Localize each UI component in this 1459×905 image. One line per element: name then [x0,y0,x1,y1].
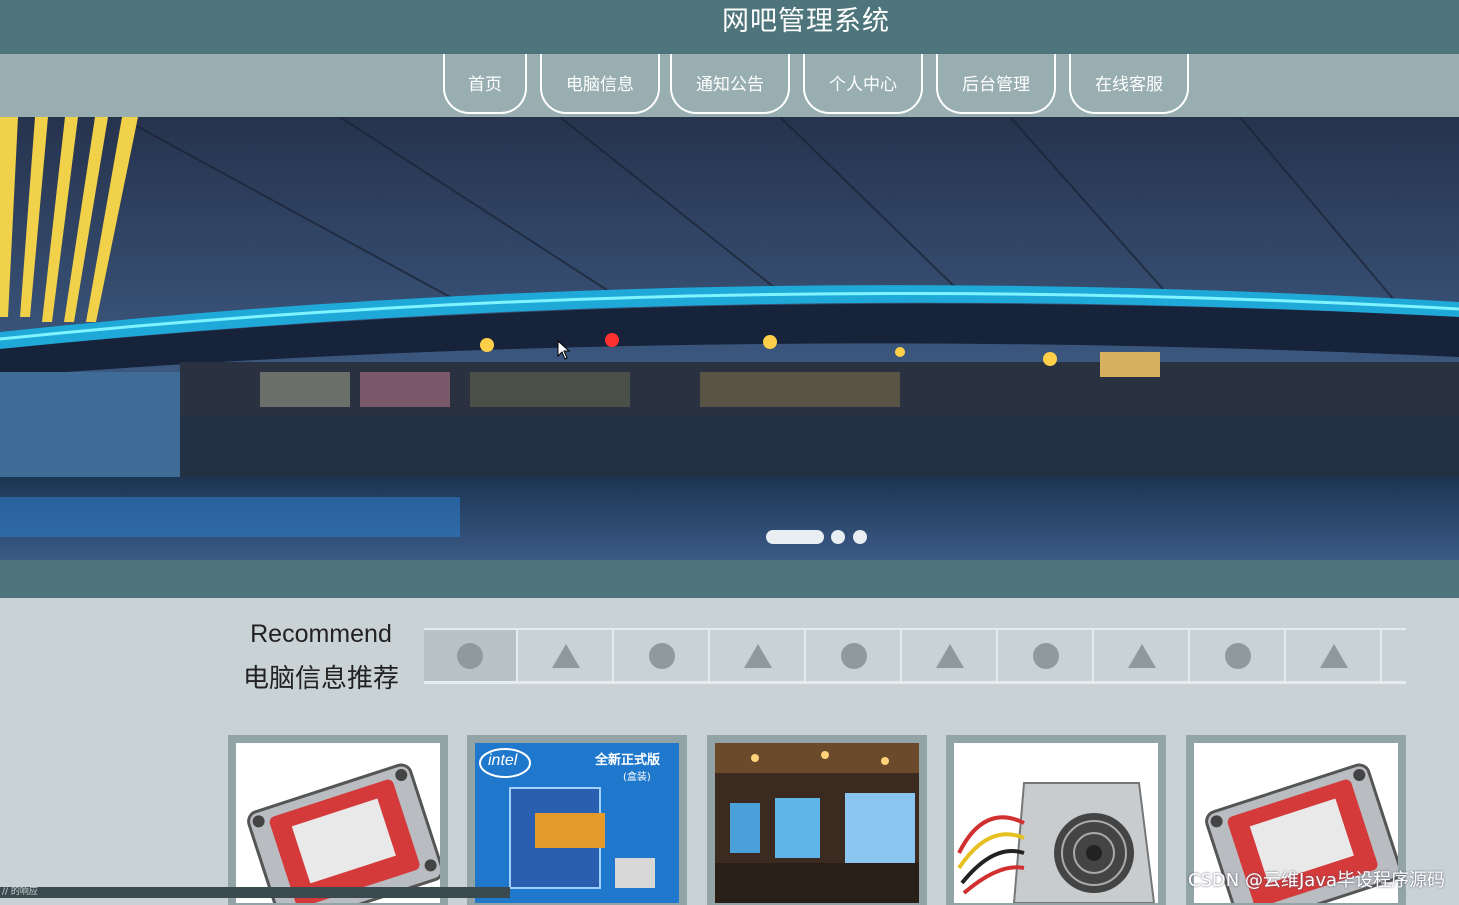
recommend-tab-6[interactable] [904,630,998,681]
nav-item-computer-info[interactable]: 电脑信息 [540,54,660,114]
recommend-tab-1[interactable] [424,630,518,681]
hard-drive-image [236,743,440,903]
intel-cpu-box-image: intel 全新正式版 (盒装) [475,743,679,903]
nav-item-admin[interactable]: 后台管理 [936,54,1056,114]
top-header-bar: 网吧管理系统 [0,0,1459,54]
product-card[interactable] [228,735,448,905]
nav-item-notices[interactable]: 通知公告 [670,54,790,114]
triangle-icon [1320,643,1348,668]
brand-label: intel [488,752,518,769]
recommend-tab-7[interactable] [1000,630,1094,681]
status-strip: // 的响应 [0,887,510,898]
nav-item-label: 在线客服 [1095,75,1163,95]
circle-icon [841,642,867,669]
product-badge: 全新正式版 [595,753,661,768]
nav-item-label: 通知公告 [696,75,764,95]
product-card[interactable]: intel 全新正式版 (盒装) [467,735,687,905]
internet-cafe-image [715,743,919,903]
nav-item-label: 电脑信息 [566,75,634,95]
product-card[interactable] [946,735,1166,905]
nav-item-online-service[interactable]: 在线客服 [1069,54,1189,114]
carousel-dot-2[interactable] [831,530,845,544]
nav-item-home[interactable]: 首页 [443,54,527,114]
product-card[interactable] [707,735,927,905]
recommend-title-cn: 电脑信息推荐 [242,664,399,694]
carousel-dot-1[interactable] [766,530,824,544]
recommend-tab-4[interactable] [712,630,806,681]
carousel-dot-3[interactable] [853,530,867,544]
triangle-icon [552,643,580,668]
recommend-tab-8[interactable] [1096,630,1190,681]
recommend-tab-3[interactable] [616,630,710,681]
circle-icon [1225,642,1251,669]
watermark-text: CSDN @云维Java毕设程序源码 [1187,870,1445,891]
mouse-cursor-icon [557,340,571,360]
power-supply-image [954,743,1158,903]
circle-icon [457,642,483,669]
recommend-tabs [424,628,1406,684]
recommend-title-en: Recommend [250,620,392,648]
main-nav: 首页 电脑信息 通知公告 个人中心 后台管理 在线客服 [0,54,1459,117]
triangle-icon [936,643,964,668]
nav-item-label: 后台管理 [962,75,1030,95]
product-badge-sub: (盒装) [623,772,651,783]
nav-item-personal-center[interactable]: 个人中心 [803,54,923,114]
site-title: 网吧管理系统 [722,6,890,37]
recommend-tab-9[interactable] [1192,630,1286,681]
banner-carousel[interactable] [0,117,1459,560]
recommend-tab-2[interactable] [520,630,614,681]
banner-slide-image [0,117,1459,560]
nav-item-label: 个人中心 [829,75,897,95]
recommend-tab-5[interactable] [808,630,902,681]
carousel-indicators [0,528,1459,546]
triangle-icon [1128,643,1156,668]
nav-item-label: 首页 [468,75,502,95]
section-divider-band [0,560,1459,598]
triangle-icon [744,643,772,668]
circle-icon [1033,642,1059,669]
circle-icon [649,642,675,669]
recommend-tab-10[interactable] [1288,630,1382,681]
